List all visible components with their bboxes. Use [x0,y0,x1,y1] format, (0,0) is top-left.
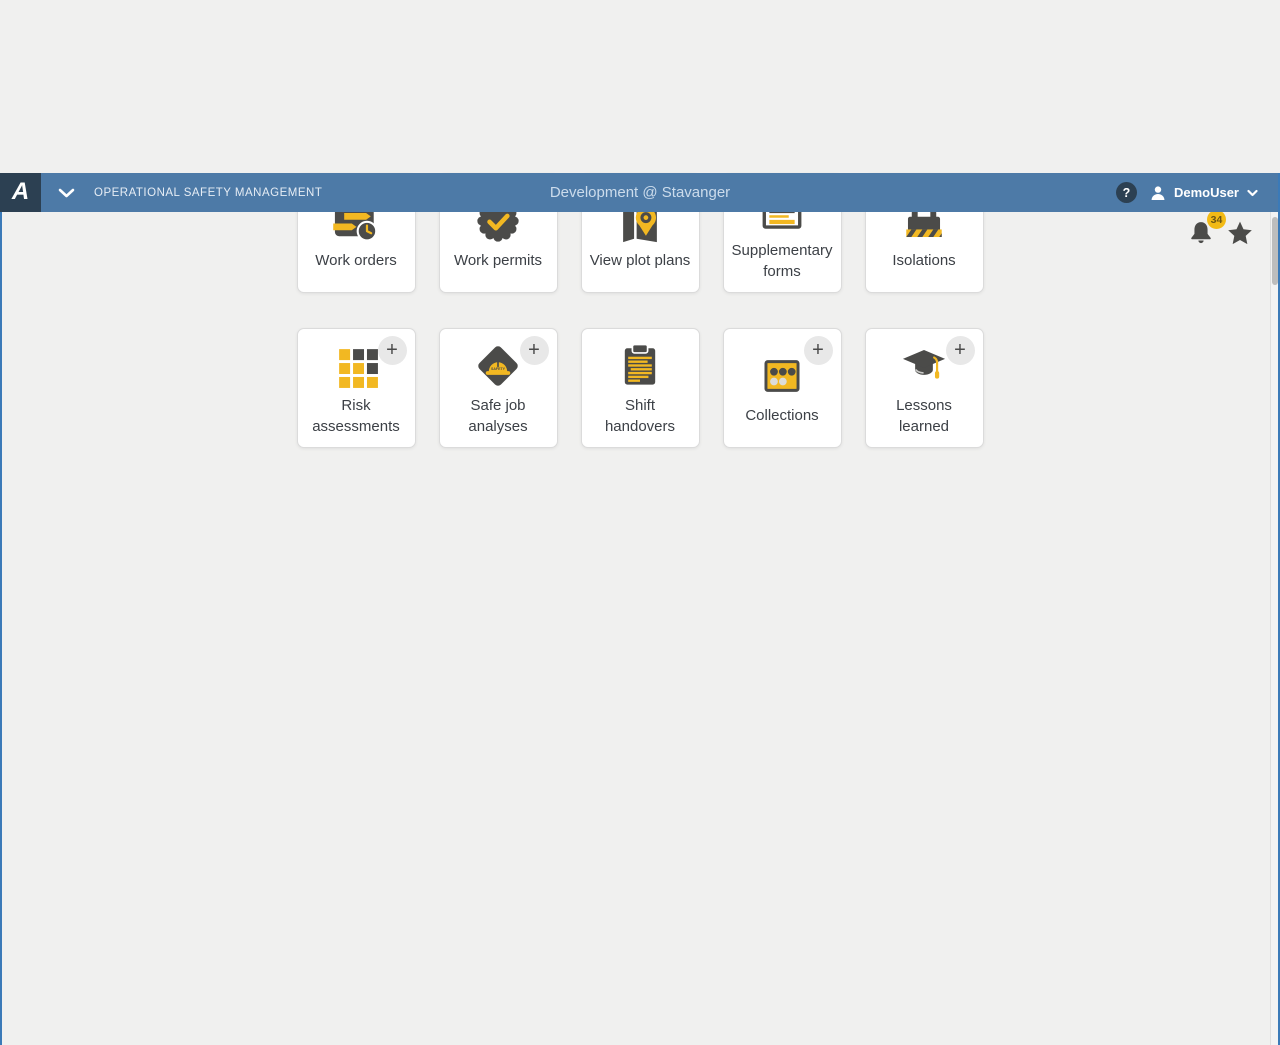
user-icon [1150,185,1166,201]
notifications-bell-button[interactable]: 34 [1187,219,1215,252]
tile-label: Shift handovers [588,396,692,437]
add-risk-assessment-button[interactable]: + [378,336,407,365]
user-name: DemoUser [1174,185,1239,200]
header-right-cluster: ? DemoUser [1116,182,1280,203]
tile-risk-assessments[interactable]: + Risk assessments [297,328,416,448]
tile-label: Work orders [304,251,408,271]
tile-shift-handovers[interactable]: + Shift handovers [581,328,700,448]
tile-label: Risk assessments [304,396,408,437]
tile-label: View plot plans [588,251,692,271]
tile-safe-job-analyses[interactable]: + SAFETY Safe job analyses [439,328,558,448]
top-bar: A OPERATIONAL SAFETY MANAGEMENT Developm… [0,173,1280,212]
app-logo[interactable]: A [0,173,41,212]
tile-label: Supplementary forms [730,241,834,282]
star-icon [1226,219,1254,247]
tile-label: Isolations [872,251,976,271]
lessons-learned-icon [897,339,951,393]
help-button[interactable]: ? [1116,182,1137,203]
user-chevron-down-icon [1247,189,1258,197]
safe-job-analyses-icon: SAFETY [471,339,525,393]
environment-title: Development @ Stavanger [550,184,730,201]
add-collection-button[interactable]: + [804,336,833,365]
notification-count-badge: 34 [1207,210,1226,229]
notification-area: 34 [1187,219,1254,252]
window-left-edge [0,212,2,1045]
tile-label: Safe job analyses [446,396,550,437]
dashboard-tile-grid: + Work orders + Work permits [297,173,984,448]
svg-text:SAFETY: SAFETY [491,367,506,371]
add-safe-job-analysis-button[interactable]: + [520,336,549,365]
collections-icon [755,349,809,403]
app-title: OPERATIONAL SAFETY MANAGEMENT [94,187,322,199]
tile-label: Work permits [446,251,550,271]
shift-handovers-icon [613,339,667,393]
tile-label: Collections [730,406,834,426]
risk-assessments-icon [329,339,383,393]
user-menu[interactable]: DemoUser [1150,185,1258,201]
add-lesson-learned-button[interactable]: + [946,336,975,365]
tile-label: Lessons learned [872,396,976,437]
logo-letter: A [12,180,29,204]
favorites-star-button[interactable] [1226,219,1254,252]
tile-collections[interactable]: + Collections [723,328,842,448]
tile-lessons-learned[interactable]: + Lessons learned [865,328,984,448]
menu-chevron-down-icon[interactable] [58,187,75,199]
